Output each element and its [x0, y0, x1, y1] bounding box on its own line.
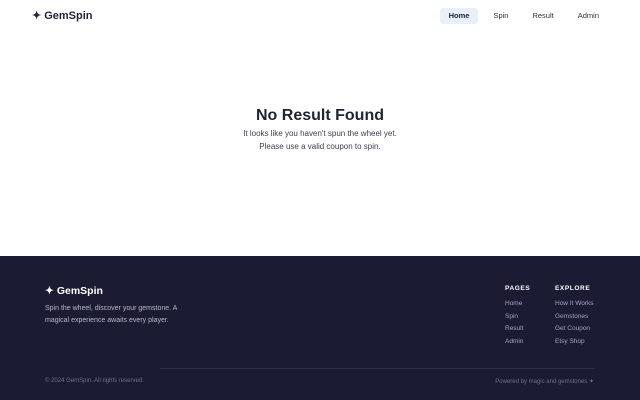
page-title: No Result Found: [256, 107, 384, 124]
footer-divider: [160, 368, 595, 369]
brand-name: GemSpin: [44, 9, 93, 22]
powered-by-text: Powered by magic and gemstones ✦: [495, 379, 594, 385]
footer-link-get-coupon[interactable]: Get Coupon: [555, 323, 594, 336]
sparkle-icon: ✦: [32, 10, 42, 22]
site-header: ✦ GemSpin Home Spin Result Admin: [0, 0, 640, 32]
empty-state-hint: Please use a valid coupon to spin.: [259, 142, 381, 151]
footer-link-etsy-shop[interactable]: Etsy Shop: [555, 336, 594, 349]
footer-link-result[interactable]: Result: [505, 323, 530, 336]
footer-brand-logo[interactable]: ✦ GemSpin: [45, 285, 103, 297]
footer-link-gemstones[interactable]: Gemstones: [555, 311, 594, 324]
footer-explore-column: EXPLORE How It Works Gemstones Get Coupo…: [555, 285, 594, 349]
brand-logo[interactable]: ✦ GemSpin: [32, 9, 93, 23]
site-footer: ✦ GemSpin Spin the wheel, discover your …: [0, 256, 640, 400]
footer-explore-title: EXPLORE: [555, 285, 591, 292]
footer-description: Spin the wheel, discover your gemstone. …: [45, 305, 177, 324]
empty-state-message: It looks like you haven't spun the wheel…: [243, 129, 397, 138]
nav-spin[interactable]: Spin: [484, 8, 517, 24]
sparkle-icon: ✦: [45, 285, 54, 297]
footer-link-admin[interactable]: Admin: [505, 336, 530, 349]
footer-pages-title: PAGES: [505, 285, 531, 292]
nav-home[interactable]: Home: [439, 8, 479, 24]
nav-admin[interactable]: Admin: [569, 8, 608, 24]
copyright-text: © 2024 GemSpin. All rights reserved.: [45, 378, 144, 384]
footer-pages-column: PAGES Home Spin Result Admin: [505, 285, 530, 349]
footer-link-home[interactable]: Home: [505, 298, 530, 311]
main-content: No Result Found It looks like you haven'…: [0, 32, 640, 256]
footer-link-spin[interactable]: Spin: [505, 311, 530, 324]
main-nav: Home Spin Result Admin: [434, 8, 608, 24]
footer-link-how-it-works[interactable]: How It Works: [555, 298, 594, 311]
nav-result[interactable]: Result: [523, 8, 562, 24]
footer-brand-name: GemSpin: [56, 285, 103, 297]
